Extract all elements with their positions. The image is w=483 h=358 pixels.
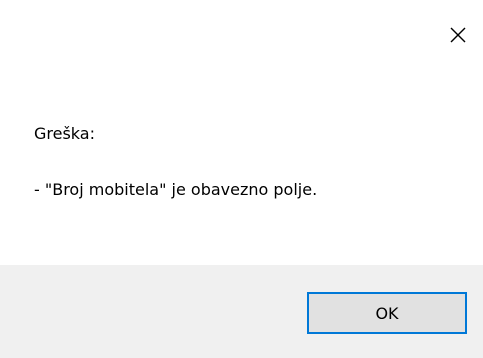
error-message: - "Broj mobitela" je obavezno polje. xyxy=(34,180,318,199)
ok-button[interactable]: OK xyxy=(307,292,467,334)
ok-button-label: OK xyxy=(375,303,399,323)
close-icon xyxy=(450,27,466,43)
dialog-footer: OK xyxy=(0,265,483,358)
close-button[interactable] xyxy=(438,18,478,52)
error-dialog: Greška: - "Broj mobitela" je obavezno po… xyxy=(0,0,483,358)
message-area: Greška: - "Broj mobitela" je obavezno po… xyxy=(34,124,464,200)
error-title: Greška: xyxy=(34,124,95,143)
